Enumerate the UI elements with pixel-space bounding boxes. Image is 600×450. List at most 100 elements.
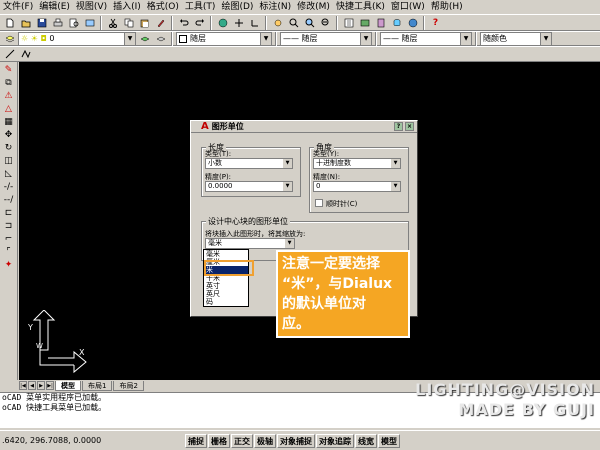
units-option-inch[interactable]: 英寸 xyxy=(204,282,248,290)
watermark-line-1: LIGHTING@VISION xyxy=(415,380,595,399)
layer-manager-icon[interactable] xyxy=(2,32,17,46)
otrack-toggle[interactable]: 对象追踪 xyxy=(316,433,354,448)
tab-first-button[interactable]: |◀ xyxy=(19,381,27,390)
insert-units-value: 毫米 xyxy=(208,239,222,247)
dbconnect-icon[interactable] xyxy=(389,16,404,30)
linetype-combo[interactable]: —— 随层 ▼ xyxy=(280,31,372,46)
publish-icon[interactable] xyxy=(82,16,97,30)
menu-item-5[interactable]: 工具(T) xyxy=(182,0,219,14)
markup-icon[interactable] xyxy=(405,16,420,30)
dialog-help-button[interactable]: ? xyxy=(394,122,403,131)
chamfer-icon[interactable]: ⌐ xyxy=(2,234,16,245)
units-option-foot[interactable]: 英尺 xyxy=(204,290,248,298)
dialog-titlebar[interactable]: A 图形单位 ? × xyxy=(191,121,417,133)
layer-previous-icon[interactable] xyxy=(153,32,168,46)
paste-icon[interactable] xyxy=(137,16,152,30)
angle-precision-select[interactable]: 0 ▼ xyxy=(313,181,401,192)
erase-icon[interactable]: ✎ xyxy=(2,65,16,76)
tab-model[interactable]: 模型 xyxy=(55,380,81,391)
lineweight-value: —— 随层 xyxy=(383,34,418,43)
menu-item-9[interactable]: 快捷工具(K) xyxy=(333,0,388,14)
stretch-icon[interactable]: ◺ xyxy=(2,169,16,180)
cut-icon[interactable] xyxy=(105,16,120,30)
tab-prev-button[interactable]: ◀ xyxy=(28,381,36,390)
copy-object-icon[interactable]: ⧉ xyxy=(2,78,16,89)
tab-layout2[interactable]: 布局2 xyxy=(113,380,144,391)
properties-icon[interactable] xyxy=(341,16,356,30)
undo-icon[interactable] xyxy=(176,16,191,30)
tab-last-button[interactable]: ▶| xyxy=(46,381,54,390)
units-option-mm[interactable]: 毫米 xyxy=(204,250,248,258)
copy-icon[interactable] xyxy=(121,16,136,30)
trim-icon[interactable]: -/- xyxy=(2,182,16,193)
ucs-icon[interactable] xyxy=(247,16,262,30)
units-option-yard[interactable]: 码 xyxy=(204,298,248,306)
menu-item-7[interactable]: 标注(N) xyxy=(256,0,294,14)
tab-layout1[interactable]: 布局1 xyxy=(82,380,113,391)
pan-icon[interactable] xyxy=(270,16,285,30)
insert-units-select[interactable]: 毫米 ▼ xyxy=(205,238,295,249)
length-type-select[interactable]: 小数 ▼ xyxy=(205,158,293,169)
menu-item-10[interactable]: 窗口(W) xyxy=(388,0,428,14)
menu-item-3[interactable]: 插入(I) xyxy=(110,0,144,14)
rotate-icon[interactable]: ↻ xyxy=(2,143,16,154)
array-icon[interactable]: ▦ xyxy=(2,117,16,128)
watermark-line-2: MADE BY GUJI xyxy=(458,400,595,419)
tab-next-button[interactable]: ▶ xyxy=(37,381,45,390)
layer-combo[interactable]: ☼ ☀ ◘ 0 ▼ xyxy=(18,31,136,46)
layer-value: 0 xyxy=(49,34,55,43)
hyperlink-icon[interactable] xyxy=(215,16,230,30)
zoom-window-icon[interactable] xyxy=(302,16,317,30)
menu-item-8[interactable]: 修改(M) xyxy=(294,0,333,14)
design-center-icon[interactable] xyxy=(357,16,372,30)
ortho-toggle[interactable]: 正交 xyxy=(231,433,253,448)
new-file-icon[interactable] xyxy=(2,16,17,30)
help-icon[interactable]: ? xyxy=(428,16,443,30)
extend-icon[interactable]: --/ xyxy=(2,195,16,206)
move-icon[interactable]: ✥ xyxy=(2,130,16,141)
save-icon[interactable] xyxy=(34,16,49,30)
snap-toggle[interactable]: 捕捉 xyxy=(185,433,207,448)
make-current-layer-icon[interactable] xyxy=(137,32,152,46)
menu-item-6[interactable]: 绘图(D) xyxy=(218,0,256,14)
explode-icon[interactable]: ✦ xyxy=(2,260,16,271)
join-icon[interactable]: ⊐ xyxy=(2,221,16,232)
line-icon-small[interactable] xyxy=(2,47,17,61)
open-file-icon[interactable] xyxy=(18,16,33,30)
menu-item-1[interactable]: 编辑(E) xyxy=(36,0,73,14)
tracking-icon[interactable] xyxy=(231,16,246,30)
menu-item-11[interactable]: 帮助(H) xyxy=(428,0,466,14)
print-preview-icon[interactable] xyxy=(66,16,81,30)
menu-item-2[interactable]: 视图(V) xyxy=(73,0,110,14)
match-properties-icon[interactable] xyxy=(153,16,168,30)
menu-item-0[interactable]: 文件(F) xyxy=(0,0,36,14)
osnap-toggle[interactable]: 对象捕捉 xyxy=(277,433,315,448)
print-icon[interactable] xyxy=(50,16,65,30)
length-precision-select[interactable]: 0.0000 ▼ xyxy=(205,181,293,192)
offset-icon[interactable]: △ xyxy=(2,104,16,115)
grid-toggle[interactable]: 栅格 xyxy=(208,433,230,448)
zoom-realtime-icon[interactable] xyxy=(286,16,301,30)
insert-units-dropdown[interactable]: 毫米 厘米 米 千米 英寸 英尺 码 xyxy=(203,249,249,307)
angle-type-select[interactable]: 十进制度数 ▼ xyxy=(313,158,401,169)
dialog-close-button[interactable]: × xyxy=(405,122,414,131)
clockwise-checkbox[interactable] xyxy=(315,199,323,207)
tool-palette-icon[interactable] xyxy=(373,16,388,30)
scale-icon[interactable]: ◫ xyxy=(2,156,16,167)
zoom-previous-icon[interactable] xyxy=(318,16,333,30)
break-icon[interactable]: ⊏ xyxy=(2,208,16,219)
fillet-icon[interactable]: ⌜ xyxy=(2,247,16,258)
dialog-title: 图形单位 xyxy=(211,122,244,131)
menu-item-4[interactable]: 格式(O) xyxy=(144,0,182,14)
lineweight-toggle[interactable]: 线宽 xyxy=(355,433,377,448)
standard-toolbar: ? xyxy=(0,14,600,31)
redo-icon[interactable] xyxy=(192,16,207,30)
polyline-icon-small[interactable] xyxy=(18,47,33,61)
model-toggle[interactable]: 模型 xyxy=(378,433,400,448)
angle-type-value: 十进制度数 xyxy=(316,159,351,167)
color-combo[interactable]: 随层 ▼ xyxy=(176,31,272,46)
lineweight-combo[interactable]: —— 随层 ▼ xyxy=(380,31,472,46)
polar-toggle[interactable]: 极轴 xyxy=(254,433,276,448)
plotstyle-combo[interactable]: 随颜色 ▼ xyxy=(480,31,552,46)
mirror-icon[interactable]: ⚠ xyxy=(2,91,16,102)
